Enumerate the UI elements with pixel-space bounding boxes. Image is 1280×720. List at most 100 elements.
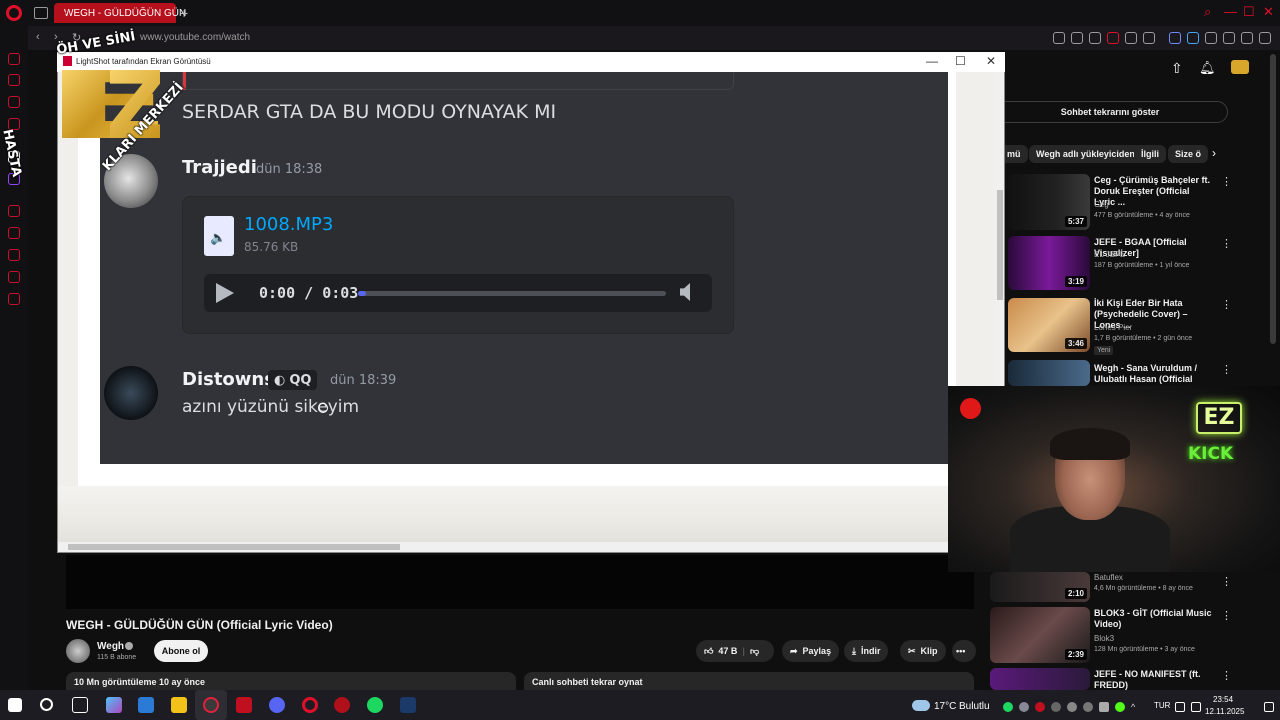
tray-app-icon[interactable] — [1083, 702, 1093, 712]
download-icon[interactable] — [1241, 32, 1253, 44]
opera-gx-icon[interactable] — [334, 697, 350, 713]
show-chat-replay-button[interactable]: Sohbet tekrarını göster — [992, 101, 1228, 123]
forward-icon[interactable]: › — [54, 31, 58, 43]
live-chat-replay[interactable]: Canlı sohbeti tekrar oynat — [524, 672, 974, 690]
related-title[interactable]: Ceg - Çürümüş Bahçeler ft. Doruk Ereşter… — [1094, 175, 1212, 208]
spotify-icon[interactable] — [367, 697, 383, 713]
related-channel[interactable]: Ceg — [1094, 200, 1109, 209]
related-thumbnail[interactable]: 2:10 — [990, 572, 1090, 602]
sidebar-player-icon[interactable] — [8, 205, 20, 217]
steam-icon[interactable] — [400, 697, 416, 713]
browser-tab-active[interactable]: WEGH - GÜLDÜĞÜN GÜN — [54, 3, 186, 23]
play-icon[interactable] — [1125, 32, 1137, 44]
bookmark-icon[interactable] — [1071, 32, 1083, 44]
search-icon[interactable] — [40, 698, 53, 711]
extension-icon[interactable] — [1187, 32, 1199, 44]
related-thumbnail[interactable]: 2:39 — [990, 607, 1090, 663]
thumbs-up-icon[interactable]: 👍︎ — [704, 646, 713, 657]
volume-icon[interactable] — [1191, 702, 1201, 712]
related-channel[interactable]: Batuflex — [1094, 573, 1123, 582]
sidebar-settings-icon[interactable] — [8, 293, 20, 305]
more-options-icon[interactable]: ⋮ — [1221, 363, 1232, 376]
minimize-icon[interactable]: — — [926, 54, 938, 68]
notifications-icon[interactable]: 🔔︎ — [1199, 60, 1216, 76]
horizontal-scrollbar-thumb[interactable] — [68, 544, 400, 550]
chip-from-uploader[interactable]: Wegh adlı yükleyiciden — [1029, 145, 1142, 163]
input-language[interactable]: TUR — [1154, 701, 1170, 710]
cloud-icon[interactable] — [912, 700, 930, 711]
chip-related[interactable]: İlgili — [1134, 145, 1166, 163]
extension-icon[interactable] — [1169, 32, 1181, 44]
related-thumbnail[interactable]: 5:37 — [1008, 174, 1090, 230]
back-icon[interactable]: ‹ — [36, 31, 40, 43]
more-options-icon[interactable]: ⋮ — [1221, 298, 1232, 311]
more-options-icon[interactable]: ⋮ — [1221, 575, 1232, 588]
chevron-right-icon[interactable]: › — [1212, 146, 1216, 160]
tab-islands-icon[interactable] — [34, 7, 48, 19]
page-scrollbar[interactable] — [1270, 54, 1276, 344]
sidebar-pin-icon[interactable] — [8, 227, 20, 239]
heart-icon[interactable] — [1143, 32, 1155, 44]
mail-icon[interactable] — [138, 697, 154, 713]
weather-desc[interactable]: Bulutlu — [959, 701, 990, 712]
related-thumbnail[interactable]: 3:19 — [1008, 236, 1090, 290]
subscribe-button[interactable]: Abone ol — [154, 640, 208, 662]
video-player[interactable] — [66, 555, 974, 609]
tray-app-icon[interactable] — [1051, 702, 1061, 712]
snapshot-icon[interactable] — [1089, 32, 1101, 44]
close-icon[interactable]: ✕ — [1263, 4, 1274, 20]
tray-app-icon[interactable] — [1067, 702, 1077, 712]
sidebar-messenger-icon[interactable] — [8, 74, 20, 86]
sidebar-aria-icon[interactable] — [8, 53, 20, 65]
notification-center-icon[interactable] — [1264, 702, 1274, 712]
tray-opera-icon[interactable] — [1035, 702, 1045, 712]
chevron-up-icon[interactable]: ^ — [1131, 702, 1135, 712]
search-icon[interactable]: ⌕ — [1204, 4, 1211, 20]
related-channel[interactable]: Lones Pier — [1094, 323, 1132, 332]
shield-icon[interactable] — [1107, 32, 1119, 44]
more-actions-button[interactable]: ••• — [952, 640, 976, 662]
chip-for-you[interactable]: Size ö — [1168, 145, 1209, 163]
puzzle-icon[interactable] — [1205, 32, 1217, 44]
more-options-icon[interactable]: ⋮ — [1221, 669, 1232, 682]
microphone-icon[interactable] — [1099, 702, 1109, 712]
url-field[interactable]: www.youtube.com/watch — [140, 32, 250, 43]
sidebar-history-icon[interactable] — [8, 249, 20, 261]
related-title[interactable]: BLOK3 - GİT (Official Music Video) — [1094, 608, 1212, 630]
copilot-icon[interactable] — [106, 697, 122, 713]
opera-logo-icon[interactable] — [6, 5, 22, 21]
related-channel[interactable]: Blok3 — [1094, 634, 1114, 643]
minimize-icon[interactable]: — — [1224, 4, 1237, 19]
clock-time[interactable]: 23:54 — [1213, 695, 1233, 704]
opera-icon[interactable] — [302, 697, 318, 713]
file-explorer-icon[interactable] — [171, 697, 187, 713]
clock-date[interactable]: 12.11.2025 — [1205, 707, 1244, 716]
task-view-icon[interactable] — [72, 697, 88, 713]
download-button[interactable]: ⤓ İndir — [844, 640, 889, 662]
related-thumbnail[interactable]: 3:46 — [1008, 298, 1090, 352]
menu-icon[interactable] — [1259, 32, 1271, 44]
sidebar-send-icon[interactable] — [8, 271, 20, 283]
maximize-icon[interactable]: ☐ — [955, 54, 966, 68]
thumbs-down-icon[interactable]: 👎︎ — [750, 646, 759, 657]
network-icon[interactable] — [1175, 702, 1185, 712]
related-thumbnail[interactable] — [1008, 360, 1090, 386]
weather-temp[interactable]: 17°C — [934, 701, 956, 712]
discord-icon[interactable] — [269, 697, 285, 713]
related-title[interactable]: JEFE - NO MANIFEST (ft. FREDD) — [1094, 669, 1212, 691]
start-icon[interactable] — [8, 698, 22, 712]
zoom-icon[interactable] — [1053, 32, 1065, 44]
tray-kick-icon[interactable] — [1115, 702, 1125, 712]
app-icon[interactable] — [236, 697, 252, 713]
related-channel[interactable]: EL JEFE — [1094, 250, 1125, 259]
maximize-icon[interactable]: ☐ — [1243, 4, 1255, 20]
close-icon[interactable]: ✕ — [986, 54, 996, 68]
more-options-icon[interactable]: ⋮ — [1221, 237, 1232, 250]
channel-name[interactable]: Wegh — [97, 641, 124, 652]
description-box[interactable]: 10 Mn görüntüleme 10 ay önce — [66, 672, 516, 690]
more-options-icon[interactable]: ⋮ — [1221, 609, 1232, 622]
like-count[interactable]: 47 B — [718, 646, 737, 656]
related-thumbnail[interactable] — [990, 668, 1090, 690]
tray-spotify-icon[interactable] — [1003, 702, 1013, 712]
channel-avatar[interactable] — [66, 639, 90, 663]
